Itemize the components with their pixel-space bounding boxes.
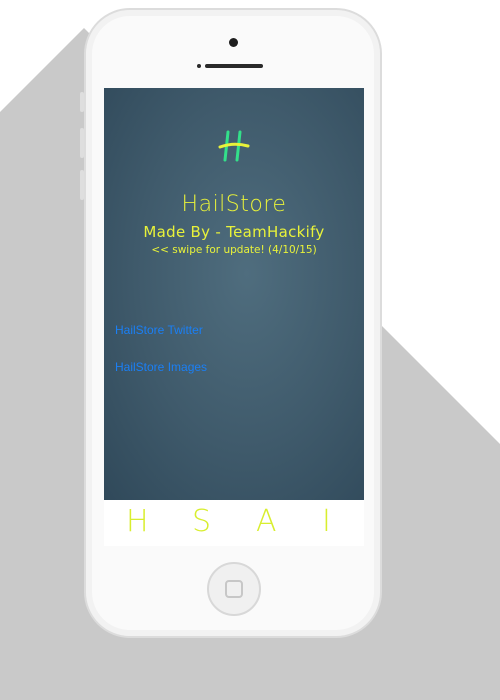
app-credit: Made By - TeamHackify bbox=[143, 223, 325, 241]
silent-switch bbox=[80, 92, 84, 112]
volume-down-button bbox=[80, 170, 84, 200]
twitter-link[interactable]: HailStore Twitter bbox=[115, 323, 203, 337]
sensor bbox=[197, 64, 201, 68]
dock-item-i[interactable]: I bbox=[322, 504, 331, 539]
h-logo-icon bbox=[104, 128, 364, 168]
home-button[interactable] bbox=[207, 562, 261, 616]
dock-item-h[interactable]: H bbox=[126, 504, 149, 539]
earpiece-speaker bbox=[205, 64, 263, 68]
dock: H S A I bbox=[104, 500, 364, 546]
images-link[interactable]: HailStore Images bbox=[115, 360, 207, 374]
swipe-update-note: << swipe for update! (4/10/15) bbox=[151, 244, 317, 256]
volume-up-button bbox=[80, 128, 84, 158]
home-square-icon bbox=[225, 580, 243, 598]
app-title: HailStore bbox=[181, 192, 287, 217]
dock-item-a[interactable]: A bbox=[256, 504, 277, 539]
front-camera bbox=[229, 38, 238, 47]
dock-item-s[interactable]: S bbox=[192, 504, 211, 539]
app-screen: HailStore Made By - TeamHackify << swipe… bbox=[104, 88, 364, 500]
